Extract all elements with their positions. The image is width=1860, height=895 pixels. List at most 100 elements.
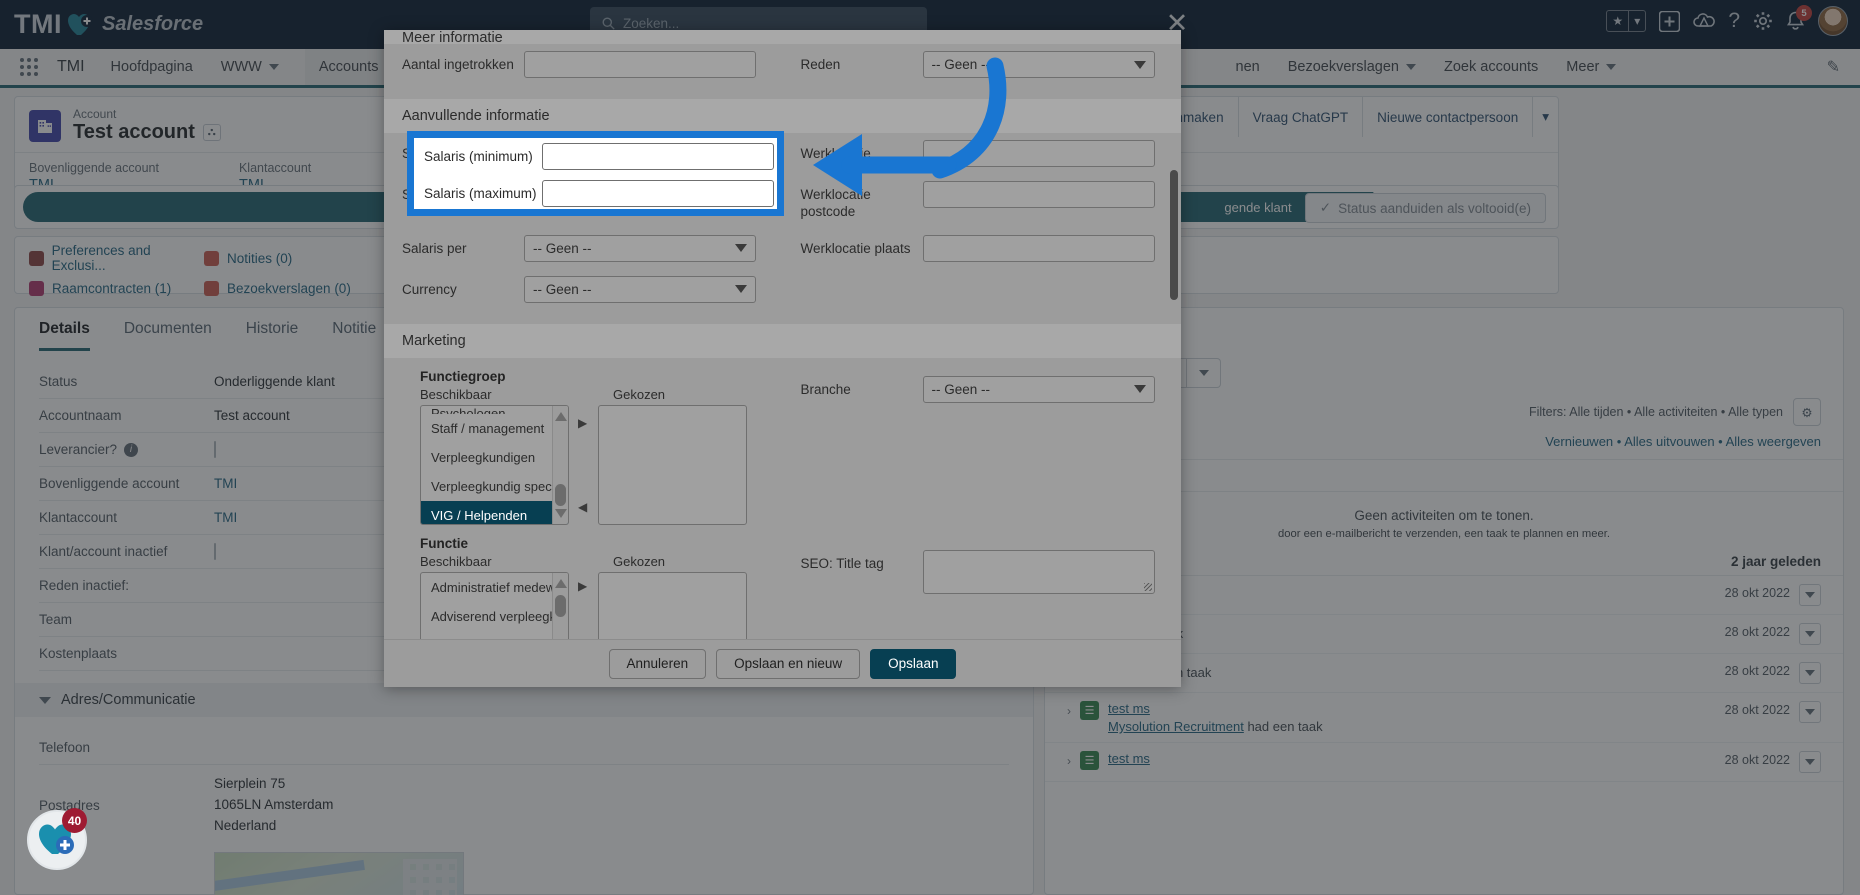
functie-available-listbox[interactable]: Administratief medew... Adviserend verpl… (420, 571, 569, 639)
list-item[interactable]: › ☰ test ms Mysolution Recruitment had e… (1045, 693, 1843, 743)
listbox-scrollbar[interactable] (551, 572, 568, 639)
tab-documenten[interactable]: Documenten (124, 320, 212, 351)
map-preview[interactable] (214, 851, 464, 895)
status-complete-button[interactable]: ✓ Status aanduiden als voltooid(e) (1304, 193, 1546, 223)
activity-action-caret-icon[interactable] (1187, 358, 1221, 388)
activity-subtitle: ad een taak (1108, 587, 1716, 602)
row-actions-caret-icon[interactable] (1799, 623, 1821, 645)
field-label: Leverancier? i (39, 442, 214, 457)
scrollbar-thumb[interactable] (554, 594, 566, 617)
list-item[interactable]: Verpleegkundig speci... (421, 472, 568, 501)
address-value[interactable]: Sierplein 75 1065LN Amsterdam Nederland (214, 774, 333, 837)
activity-title-link[interactable]: test ms (1108, 701, 1150, 716)
hierarchy-icon[interactable]: ⛬ (202, 124, 221, 141)
row-actions-caret-icon[interactable] (1799, 584, 1821, 606)
chat-launcher-button[interactable]: 40 (27, 808, 87, 870)
list-item[interactable]: Administratief medew... (421, 573, 568, 602)
functie-headers: Beschikbaar Gekozen (420, 554, 747, 569)
activity-subtitle-text: had een taak (1247, 719, 1323, 734)
nav-item-nen[interactable]: nen (1234, 48, 1262, 87)
list-item[interactable]: › ☰ test ms 28 okt 2022 (1045, 743, 1843, 782)
scrollbar-thumb[interactable] (554, 483, 566, 506)
chevron-right-icon[interactable]: › (1067, 704, 1071, 718)
info-icon[interactable]: i (124, 442, 139, 457)
field-branche: Branche -- Geen -- (783, 358, 1182, 532)
move-right-button[interactable]: ▶ (575, 405, 591, 441)
scroll-up-icon[interactable] (554, 578, 567, 588)
section-aanvullende-informatie: Aanvullende informatie (384, 99, 1181, 133)
row-actions-caret-icon[interactable] (1799, 751, 1821, 773)
checkbox[interactable] (214, 441, 216, 458)
quicklink-raamcontracten[interactable]: Raamcontracten (1) (29, 281, 204, 296)
more-actions-caret-icon[interactable]: ▾ (1532, 97, 1558, 137)
list-item[interactable]: Staff / management (421, 414, 568, 443)
chevron-right-icon[interactable]: › (1067, 754, 1071, 768)
quicklink-preferences[interactable]: Preferences and Exclusi... (29, 243, 204, 273)
row-actions-caret-icon[interactable] (1799, 701, 1821, 723)
move-left-button[interactable]: ◀ (575, 489, 591, 525)
field-value[interactable]: TMI (214, 510, 237, 525)
scroll-up-icon[interactable] (554, 411, 567, 421)
aantal-ingetrokken-input[interactable] (524, 51, 756, 78)
save-and-new-button[interactable]: Opslaan en nieuw (716, 648, 861, 679)
field-currency: Currency -- Geen -- (384, 269, 783, 310)
gear-icon[interactable]: ⚙ (1793, 398, 1821, 426)
functiegroep-chosen-listbox[interactable] (597, 404, 747, 525)
chevron-down-icon: ▾ (1628, 11, 1645, 31)
nav-item-www[interactable]: WWW (219, 48, 281, 87)
tab-notitie[interactable]: Notitie (332, 320, 376, 351)
listbox-scrollbar[interactable] (551, 405, 568, 524)
functiegroep-available-listbox[interactable]: Psychologen Staff / management Verpleegk… (420, 404, 569, 525)
notifications-bell-icon[interactable]: 5 (1786, 5, 1812, 31)
werklocatie-plaats-input[interactable] (922, 234, 1155, 262)
favorites-control[interactable]: ★ ▾ (1606, 10, 1647, 32)
avatar[interactable] (1818, 6, 1848, 36)
modal-scrollbar-thumb[interactable] (1170, 170, 1178, 300)
salaris-per-select[interactable]: -- Geen -- (524, 234, 756, 262)
cloud-app-icon[interactable] (1693, 12, 1716, 30)
functie-chosen-listbox[interactable] (597, 571, 747, 639)
checkbox[interactable] (214, 543, 216, 560)
nieuwe-contactpersoon-button[interactable]: Nieuwe contactpersoon (1362, 97, 1532, 137)
cart-icon (29, 250, 44, 266)
salaris-maximum-input-highlighted[interactable] (542, 180, 774, 207)
cancel-button[interactable]: Annuleren (608, 648, 707, 679)
nav-item-hoofdpagina[interactable]: Hoofdpagina (109, 48, 195, 87)
nav-item-bezoekverslagen[interactable]: Bezoekverslagen (1286, 48, 1418, 87)
list-item[interactable]: Psychologen (421, 406, 568, 414)
move-left-button[interactable]: ◀ (575, 630, 591, 639)
seo-title-tag-textarea[interactable] (922, 549, 1155, 594)
field-value[interactable]: TMI (214, 476, 237, 491)
tab-details[interactable]: Details (39, 320, 90, 351)
gear-icon[interactable] (1753, 11, 1773, 31)
list-item[interactable]: Adviseur (421, 631, 568, 639)
save-button[interactable]: Opslaan (870, 648, 957, 679)
list-item[interactable]: Adviserend verpleegk... (421, 602, 568, 631)
list-item[interactable]: Verpleegkundigen (421, 443, 568, 472)
vraag-chatgpt-button[interactable]: Vraag ChatGPT (1237, 97, 1363, 137)
branche-select[interactable]: -- Geen -- (922, 375, 1155, 403)
move-right-button[interactable]: ▶ (575, 572, 591, 600)
reden-select[interactable]: -- Geen -- (922, 51, 1155, 78)
nav-item-meer[interactable]: Meer (1564, 48, 1618, 87)
werklocatie-input[interactable] (922, 140, 1155, 167)
brand-logo[interactable]: TMI Salesforce (14, 9, 203, 40)
add-icon[interactable] (1659, 10, 1681, 32)
list-item-selected[interactable]: VIG / Helpenden (421, 500, 568, 524)
werklocatie-postcode-input[interactable] (922, 181, 1155, 208)
field-label: Status (39, 374, 78, 389)
edit-pencil-icon[interactable]: ✎ (1827, 57, 1840, 77)
activity-user-link[interactable]: Mysolution Recruitment (1108, 719, 1244, 734)
salaris-minimum-input-highlighted[interactable] (542, 143, 774, 170)
tab-historie[interactable]: Historie (246, 320, 299, 351)
currency-select[interactable]: -- Geen -- (524, 275, 756, 303)
field-label: Bovenliggende account (39, 476, 180, 491)
activity-title-link[interactable]: test ms (1108, 751, 1150, 766)
screen: TMI Salesforce Zoeken... ✕ ★ ▾ ? 5 TMI H… (0, 0, 1860, 895)
section-adres-communicatie[interactable]: Adres/Communicatie (15, 683, 1033, 717)
app-launcher-icon[interactable] (20, 58, 38, 76)
nav-item-zoek-accounts[interactable]: Zoek accounts (1442, 48, 1540, 87)
row-actions-caret-icon[interactable] (1799, 662, 1821, 684)
help-icon[interactable]: ? (1728, 9, 1740, 33)
scroll-down-icon[interactable] (554, 508, 567, 518)
